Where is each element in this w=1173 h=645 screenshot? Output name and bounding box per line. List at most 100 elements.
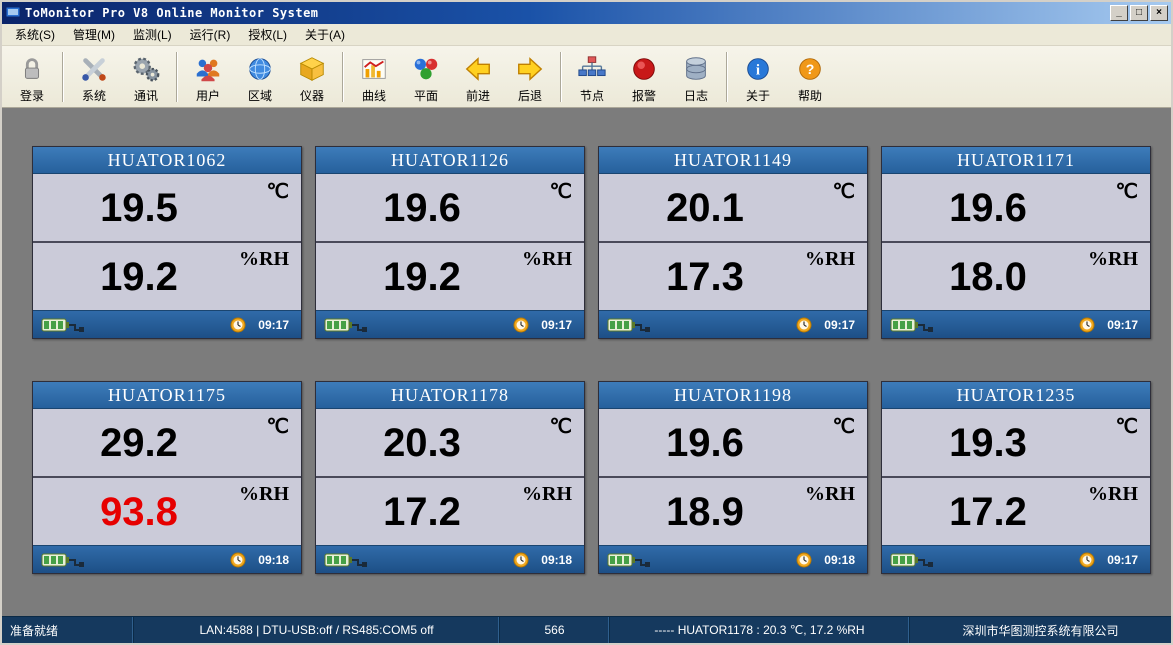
menu-item-about[interactable]: 关于(A) [296, 23, 354, 46]
temperature-unit: ℃ [550, 414, 572, 439]
device-name: HUATOR1126 [316, 147, 584, 174]
tools-icon [78, 53, 110, 85]
spheres-icon [410, 53, 442, 85]
device-card[interactable]: HUATOR1149 20.1 ℃ 17.3 %RH [598, 146, 868, 339]
toolbar-button-system[interactable]: 系统 [68, 49, 120, 105]
device-card[interactable]: HUATOR1126 19.6 ℃ 19.2 %RH [315, 146, 585, 339]
humidity-value: 17.2 [949, 492, 1027, 532]
menu-item-system[interactable]: 系统(S) [6, 23, 64, 46]
toolbar-label: 帮助 [798, 87, 822, 104]
toolbar-separator [62, 52, 64, 102]
temperature-value: 19.6 [666, 423, 744, 463]
humidity-value: 17.3 [666, 257, 744, 297]
toolbar-button-area[interactable]: 区域 [234, 49, 286, 105]
humidity-unit: %RH [522, 483, 572, 506]
device-time: 09:17 [541, 318, 576, 332]
toolbar-button-users[interactable]: 用户 [182, 49, 234, 105]
temperature-value: 19.6 [383, 188, 461, 228]
toolbar-label: 报警 [632, 87, 656, 104]
info-icon: i [742, 53, 774, 85]
close-button[interactable]: × [1150, 5, 1168, 21]
temperature-unit: ℃ [267, 179, 289, 204]
battery-icon [324, 317, 368, 333]
battery-icon [41, 552, 85, 568]
toolbar-button-node[interactable]: 节点 [566, 49, 618, 105]
title-bar: ToMonitor Pro V8 Online Monitor System _… [2, 2, 1171, 24]
toolbar-label: 日志 [684, 87, 708, 104]
globe-icon [244, 53, 276, 85]
temperature-value: 29.2 [100, 423, 178, 463]
menu-item-manage[interactable]: 管理(M) [64, 23, 124, 46]
battery-icon [324, 552, 368, 568]
device-time: 09:17 [258, 318, 293, 332]
temperature-value: 19.3 [949, 423, 1027, 463]
menu-item-monitor[interactable]: 监测(L) [124, 23, 181, 46]
device-name: HUATOR1198 [599, 382, 867, 409]
svg-text:i: i [756, 62, 760, 78]
battery-icon [41, 317, 85, 333]
network-icon [576, 53, 608, 85]
toolbar-label: 关于 [746, 87, 770, 104]
clock-icon [230, 552, 246, 568]
battery-icon [890, 317, 934, 333]
help-icon: ? [794, 53, 826, 85]
humidity-unit: %RH [1088, 248, 1138, 271]
toolbar-label: 区域 [248, 87, 272, 104]
toolbar-button-forward[interactable]: 前进 [452, 49, 504, 105]
device-time: 09:18 [258, 553, 293, 567]
toolbar-label: 登录 [20, 87, 44, 104]
toolbar-button-log[interactable]: 日志 [670, 49, 722, 105]
device-name: HUATOR1235 [882, 382, 1150, 409]
temperature-unit: ℃ [550, 179, 572, 204]
gears-icon [130, 53, 162, 85]
toolbar-button-about[interactable]: i 关于 [732, 49, 784, 105]
humidity-unit: %RH [1088, 483, 1138, 506]
maximize-button[interactable]: □ [1130, 5, 1148, 21]
temperature-value: 19.5 [100, 188, 178, 228]
toolbar: 登录 系统 通讯 [2, 46, 1171, 108]
temperature-value: 20.1 [666, 188, 744, 228]
users-icon [192, 53, 224, 85]
device-name: HUATOR1171 [882, 147, 1150, 174]
toolbar-button-help[interactable]: ? 帮助 [784, 49, 836, 105]
toolbar-separator [176, 52, 178, 102]
humidity-unit: %RH [239, 248, 289, 271]
lock-icon [16, 53, 48, 85]
toolbar-button-alarm[interactable]: 报警 [618, 49, 670, 105]
clock-icon [1079, 317, 1095, 333]
device-card[interactable]: HUATOR1198 19.6 ℃ 18.9 %RH [598, 381, 868, 574]
device-card[interactable]: HUATOR1171 19.6 ℃ 18.0 %RH [881, 146, 1151, 339]
toolbar-button-instrument[interactable]: 仪器 [286, 49, 338, 105]
humidity-unit: %RH [805, 483, 855, 506]
device-grid: HUATOR1062 19.5 ℃ 19.2 %RH [32, 146, 1171, 574]
device-name: HUATOR1062 [33, 147, 301, 174]
humidity-unit: %RH [805, 248, 855, 271]
toolbar-button-login[interactable]: 登录 [6, 49, 58, 105]
menu-item-license[interactable]: 授权(L) [239, 23, 296, 46]
toolbar-label: 系统 [82, 87, 106, 104]
toolbar-button-back[interactable]: 后退 [504, 49, 556, 105]
toolbar-button-curve[interactable]: 曲线 [348, 49, 400, 105]
minimize-button[interactable]: _ [1110, 5, 1128, 21]
toolbar-label: 通讯 [134, 87, 158, 104]
toolbar-button-plane[interactable]: 平面 [400, 49, 452, 105]
main-area: HUATOR1062 19.5 ℃ 19.2 %RH [2, 108, 1171, 616]
device-time: 09:17 [1107, 318, 1142, 332]
toolbar-button-communication[interactable]: 通讯 [120, 49, 172, 105]
device-card[interactable]: HUATOR1175 29.2 ℃ 93.8 %RH [32, 381, 302, 574]
toolbar-label: 节点 [580, 87, 604, 104]
box-icon [296, 53, 328, 85]
chart-icon [358, 53, 390, 85]
device-card[interactable]: HUATOR1178 20.3 ℃ 17.2 %RH [315, 381, 585, 574]
status-connection: LAN:4588 | DTU-USB:off / RS485:COM5 off [134, 617, 500, 643]
device-time: 09:17 [1107, 553, 1142, 567]
temperature-value: 19.6 [949, 188, 1027, 228]
device-card[interactable]: HUATOR1235 19.3 ℃ 17.2 %RH [881, 381, 1151, 574]
temperature-unit: ℃ [833, 179, 855, 204]
device-time: 09:18 [824, 553, 859, 567]
menu-item-run[interactable]: 运行(R) [181, 23, 240, 46]
humidity-value: 18.0 [949, 257, 1027, 297]
device-name: HUATOR1149 [599, 147, 867, 174]
device-card[interactable]: HUATOR1062 19.5 ℃ 19.2 %RH [32, 146, 302, 339]
battery-icon [607, 552, 651, 568]
